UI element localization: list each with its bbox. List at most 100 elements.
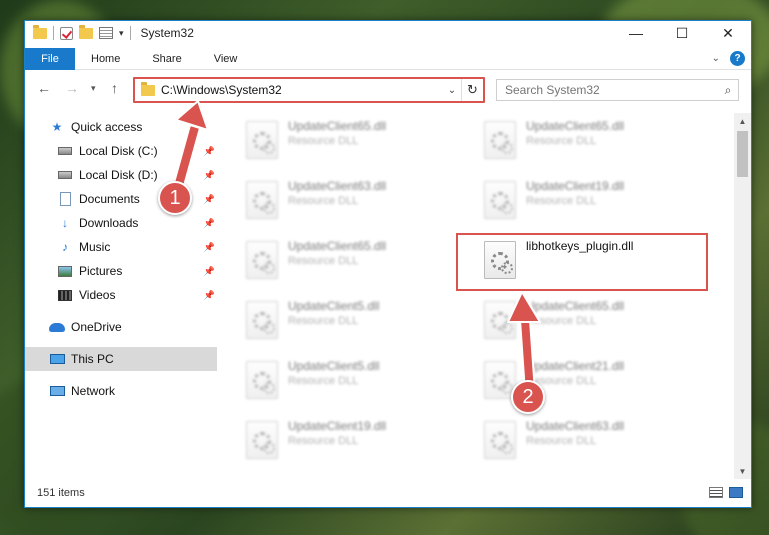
sidebar-item-videos[interactable]: Videos 📌 <box>25 283 217 307</box>
file-name: UpdateClient65.dll <box>526 299 625 313</box>
sidebar-item-local-disk-d[interactable]: Local Disk (D:) 📌 <box>25 163 217 187</box>
drive-icon <box>58 147 72 155</box>
quick-access-toolbar: ▾ <box>25 24 131 40</box>
scroll-down-arrow-icon[interactable]: ▼ <box>734 463 751 479</box>
folder-icon[interactable] <box>33 24 47 39</box>
minimize-button[interactable]: — <box>613 21 659 45</box>
file-type: Resource DLL <box>288 255 359 267</box>
scroll-thumb[interactable] <box>737 131 748 177</box>
file-item[interactable]: UpdateClient65.dll Resource DLL <box>246 117 466 167</box>
file-name: UpdateClient19.dll <box>526 179 625 193</box>
close-button[interactable]: ✕ <box>705 21 751 45</box>
dll-file-icon <box>484 121 516 159</box>
file-type: Resource DLL <box>288 375 359 387</box>
file-item[interactable]: UpdateClient65.dll Resource DLL <box>484 297 704 347</box>
file-type: Resource DLL <box>288 435 359 447</box>
dll-file-icon <box>246 181 278 219</box>
tab-file[interactable]: File <box>25 47 75 70</box>
sidebar-item-label: Videos <box>79 288 116 302</box>
window-controls: — ☐ ✕ <box>613 21 751 45</box>
sidebar-item-local-disk-c[interactable]: Local Disk (C:) 📌 <box>25 139 217 163</box>
sidebar-item-label: Pictures <box>79 264 123 278</box>
file-name: UpdateClient5.dll <box>288 299 380 313</box>
new-folder-icon[interactable] <box>79 24 93 39</box>
large-icons-view-icon[interactable] <box>729 487 743 498</box>
search-input[interactable] <box>505 83 718 97</box>
file-item[interactable]: UpdateClient63.dll Resource DLL <box>484 417 704 467</box>
recent-locations-dropdown-icon[interactable]: ▾ <box>91 83 96 94</box>
pin-icon[interactable]: 📌 <box>204 242 215 253</box>
address-bar[interactable]: C:\Windows\System32 ⌄ ↻ <box>133 77 485 103</box>
file-type: Resource DLL <box>288 135 359 147</box>
forward-arrow-icon[interactable]: → <box>65 80 79 96</box>
onedrive-icon <box>49 322 65 332</box>
vertical-scrollbar[interactable]: ▲ ▼ <box>734 113 751 479</box>
scroll-up-arrow-icon[interactable]: ▲ <box>734 113 751 129</box>
file-type: Resource DLL <box>288 315 359 327</box>
dll-file-icon <box>484 301 516 339</box>
sidebar-item-onedrive[interactable]: OneDrive <box>25 315 217 339</box>
file-name: UpdateClient21.dll <box>526 359 625 373</box>
videos-icon <box>58 289 72 301</box>
file-item[interactable]: UpdateClient5.dll Resource DLL <box>246 297 466 347</box>
pin-icon[interactable]: 📌 <box>204 218 215 229</box>
this-pc-icon <box>49 354 65 364</box>
back-arrow-icon[interactable]: ← <box>37 80 51 96</box>
sidebar-item-label: This PC <box>71 352 114 366</box>
window-title: System32 <box>140 26 194 40</box>
properties-check-icon[interactable] <box>60 26 73 40</box>
help-icon[interactable]: ? <box>730 51 745 66</box>
file-type: Resource DLL <box>288 195 359 207</box>
sidebar-item-this-pc[interactable]: This PC <box>25 347 217 371</box>
navigation-pane: ★ Quick access Local Disk (C:) 📌 Local D… <box>25 113 217 479</box>
file-item[interactable]: UpdateClient63.dll Resource DLL <box>246 177 466 227</box>
sidebar-item-label: Network <box>71 384 116 398</box>
file-name: UpdateClient19.dll <box>288 419 387 433</box>
title-bar: ▾ System32 — ☐ ✕ <box>25 21 751 45</box>
file-type: Resource DLL <box>526 135 597 147</box>
refresh-icon[interactable]: ↻ <box>461 79 483 101</box>
pin-icon[interactable]: 📌 <box>204 194 215 205</box>
file-item[interactable]: UpdateClient5.dll Resource DLL <box>246 357 466 407</box>
file-name: UpdateClient63.dll <box>288 179 387 193</box>
file-name: UpdateClient65.dll <box>288 119 387 133</box>
sidebar-item-label: Local Disk (D:) <box>79 168 158 182</box>
search-box[interactable]: ⌕ <box>496 79 739 101</box>
dll-file-icon <box>484 181 516 219</box>
step-1-badge: 1 <box>158 181 192 215</box>
file-type: Resource DLL <box>526 195 597 207</box>
customize-toolbar-dropdown-icon[interactable]: ▾ <box>119 28 124 39</box>
file-item[interactable]: UpdateClient65.dll Resource DLL <box>246 237 466 287</box>
tab-view[interactable]: View <box>198 48 254 70</box>
file-type: Resource DLL <box>526 315 597 327</box>
pin-icon[interactable]: 📌 <box>204 170 215 181</box>
up-arrow-icon[interactable]: ↑ <box>111 80 118 96</box>
address-dropdown-icon[interactable]: ⌄ <box>443 85 461 96</box>
dll-file-icon <box>484 421 516 459</box>
pin-icon[interactable]: 📌 <box>204 290 215 301</box>
tab-home[interactable]: Home <box>75 48 136 70</box>
pin-icon[interactable]: 📌 <box>204 146 215 157</box>
sidebar-item-downloads[interactable]: ↓ Downloads 📌 <box>25 211 217 235</box>
sidebar-item-network[interactable]: Network <box>25 379 217 403</box>
dll-file-icon <box>246 121 278 159</box>
pin-icon[interactable]: 📌 <box>204 266 215 277</box>
sidebar-item-music[interactable]: ♪ Music 📌 <box>25 235 217 259</box>
properties-icon[interactable] <box>99 27 113 39</box>
maximize-button[interactable]: ☐ <box>659 21 705 45</box>
sidebar-item-label: Quick access <box>71 120 143 134</box>
details-view-icon[interactable] <box>709 487 723 498</box>
item-count: 151 items <box>37 487 85 499</box>
file-item[interactable]: UpdateClient19.dll Resource DLL <box>484 177 704 227</box>
search-icon[interactable]: ⌕ <box>718 83 738 98</box>
sidebar-item-label: Downloads <box>79 216 139 230</box>
expand-ribbon-chevron-icon[interactable]: ⌄ <box>712 53 720 64</box>
address-path[interactable]: C:\Windows\System32 <box>161 83 443 97</box>
file-item[interactable]: UpdateClient65.dll Resource DLL <box>484 117 704 167</box>
sidebar-item-quick-access[interactable]: ★ Quick access <box>25 115 217 139</box>
tab-share[interactable]: Share <box>136 48 197 70</box>
status-bar: 151 items <box>25 479 751 507</box>
step-2-badge: 2 <box>511 380 545 414</box>
file-item[interactable]: UpdateClient19.dll Resource DLL <box>246 417 466 467</box>
sidebar-item-pictures[interactable]: Pictures 📌 <box>25 259 217 283</box>
